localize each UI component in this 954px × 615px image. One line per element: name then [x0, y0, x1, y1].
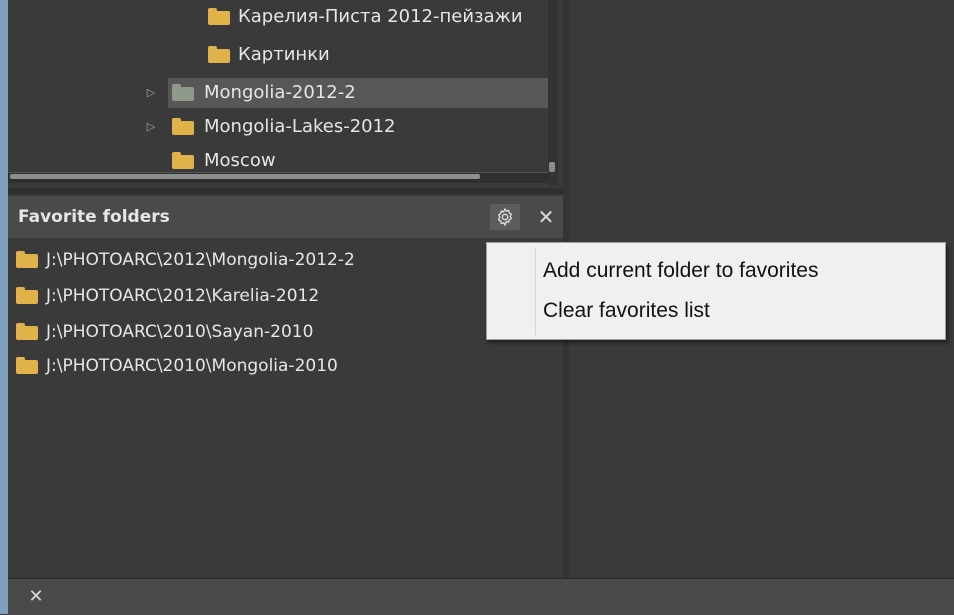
left-panel: Карелия-Писта 2012-пейзажи Картинки ▷ Mo… — [8, 0, 563, 578]
favorites-context-menu: Add current folder to favorites Clear fa… — [486, 242, 946, 340]
tree-horizontal-scrollbar-thumb[interactable] — [10, 174, 480, 179]
menu-item-clear-favorites[interactable]: Clear favorites list — [543, 293, 710, 329]
panel-splitter[interactable] — [8, 188, 563, 194]
gear-icon — [497, 207, 513, 227]
expand-arrow-icon[interactable]: ▷ — [144, 78, 158, 108]
tree-vertical-scrollbar-thumb[interactable] — [549, 162, 555, 172]
tree-item-label: Mongolia-Lakes-2012 — [204, 116, 396, 137]
tree-item-selected[interactable]: ▷ Mongolia-2012-2 — [147, 78, 548, 108]
tree-item[interactable]: Карелия-Писта 2012-пейзажи — [8, 2, 548, 32]
folder-tree: Карелия-Писта 2012-пейзажи Картинки ▷ Mo… — [8, 0, 563, 186]
favorite-folder-path: J:\PHOTOARC\2012\Karelia-2012 — [46, 286, 320, 306]
tree-item-label: Карелия-Писта 2012-пейзажи — [238, 6, 523, 27]
window-left-edge — [0, 0, 8, 614]
tree-item[interactable]: Картинки — [8, 40, 548, 70]
folder-icon — [16, 251, 38, 268]
folder-icon — [208, 8, 230, 25]
tree-vertical-scrollbar[interactable] — [548, 0, 558, 186]
favorite-folder-path: J:\PHOTOARC\2010\Sayan-2010 — [46, 322, 314, 342]
favorite-folder-item[interactable]: J:\PHOTOARC\2012\Mongolia-2012-2 — [8, 244, 563, 276]
folder-icon — [172, 152, 194, 169]
folder-icon — [208, 46, 230, 63]
favorites-header: Favorite folders ✕ — [8, 196, 563, 238]
favorites-title: Favorite folders — [18, 207, 170, 227]
menu-item-add-current-folder[interactable]: Add current folder to favorites — [543, 253, 818, 289]
favorite-folder-item[interactable]: J:\PHOTOARC\2012\Karelia-2012 — [8, 280, 563, 312]
folder-icon — [16, 287, 38, 304]
favorites-close-button[interactable]: ✕ — [532, 202, 560, 232]
bottom-panel-bar: ✕ — [8, 578, 954, 615]
favorite-folder-path: J:\PHOTOARC\2012\Mongolia-2012-2 — [46, 250, 355, 270]
expand-arrow-icon[interactable]: ▷ — [144, 112, 158, 142]
tree-item-label: Mongolia-2012-2 — [204, 82, 356, 103]
favorites-settings-button[interactable] — [490, 204, 520, 230]
tree-item-label: Картинки — [238, 44, 330, 65]
folder-icon — [172, 84, 194, 101]
favorite-folder-item[interactable]: J:\PHOTOARC\2010\Mongolia-2010 — [8, 350, 563, 382]
folder-icon — [16, 323, 38, 340]
tree-item[interactable]: ▷ Mongolia-Lakes-2012 — [8, 112, 548, 142]
menu-icon-gutter — [535, 247, 536, 335]
folder-icon — [172, 118, 194, 135]
folder-icon — [16, 357, 38, 374]
bottom-close-button[interactable]: ✕ — [24, 585, 48, 609]
favorite-folder-path: J:\PHOTOARC\2010\Mongolia-2010 — [46, 356, 338, 376]
favorite-folder-item[interactable]: J:\PHOTOARC\2010\Sayan-2010 — [8, 316, 563, 348]
favorites-list: J:\PHOTOARC\2012\Mongolia-2012-2 J:\PHOT… — [8, 244, 563, 564]
